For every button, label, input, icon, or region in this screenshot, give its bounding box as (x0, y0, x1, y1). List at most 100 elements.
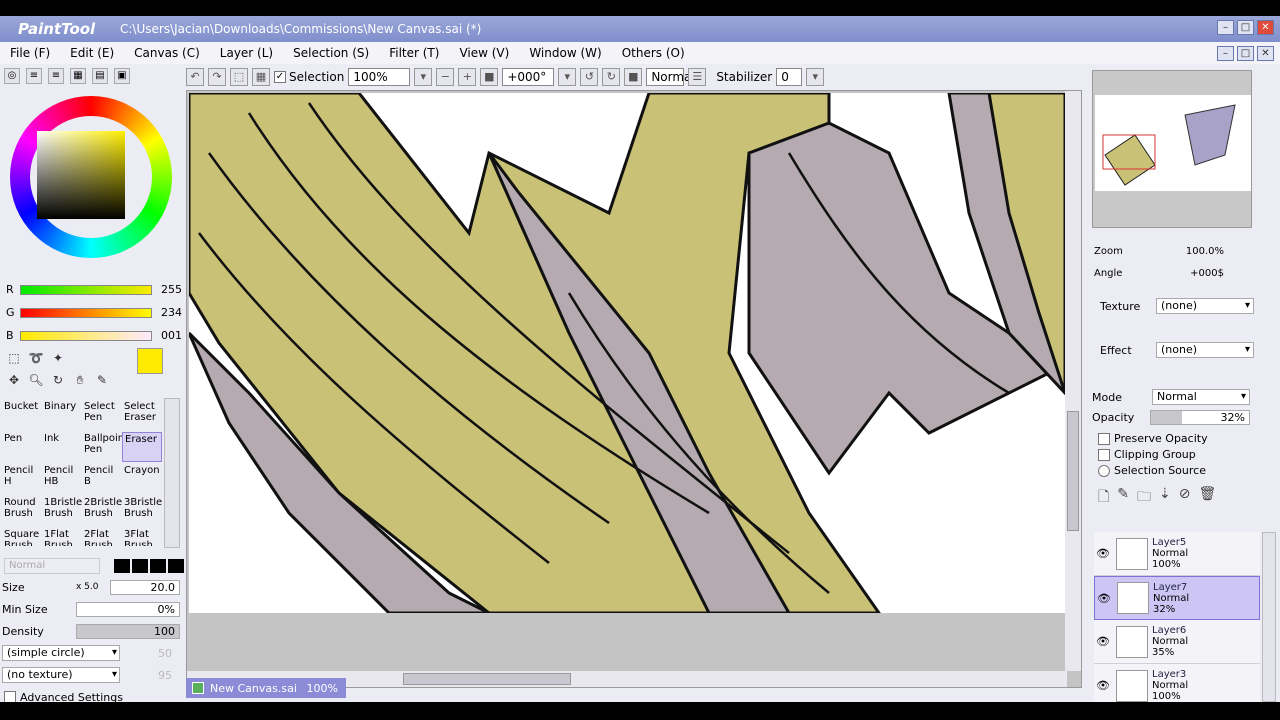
layers-scrollbar[interactable] (1262, 532, 1276, 702)
menu-view[interactable]: View (V) (459, 46, 509, 60)
menu-layer[interactable]: Layer (L) (220, 46, 273, 60)
clipping-group-checkbox[interactable] (1098, 448, 1110, 461)
layer-row[interactable]: 👁︎ Layer3 Normal 100% (1094, 664, 1260, 702)
blend-mode-button[interactable]: Normal (646, 68, 695, 86)
minimize-button[interactable]: – (1217, 20, 1234, 35)
menu-edit[interactable]: Edit (E) (70, 46, 114, 60)
advanced-settings-checkbox[interactable] (4, 691, 16, 702)
tool-ink[interactable]: Ink (42, 432, 82, 462)
selection-source-row[interactable]: Selection Source (1098, 464, 1206, 477)
clear-layer-icon[interactable]: ⊘ (1179, 486, 1191, 510)
size-value[interactable]: 20.0 (110, 579, 180, 595)
menu-canvas[interactable]: Canvas (C) (134, 46, 200, 60)
selection-toggle[interactable]: ✓ Selection (274, 70, 344, 84)
stabilizer-select[interactable]: 0 (776, 68, 803, 86)
zoom-select[interactable]: 100% (348, 68, 411, 86)
rotate-right-icon[interactable]: ↻ (602, 68, 621, 86)
tip-shape-4[interactable] (168, 559, 184, 573)
layer-texture-select[interactable]: (none) (1156, 298, 1254, 314)
selection-source-radio[interactable] (1098, 464, 1110, 477)
min-size-value[interactable]: 0% (76, 601, 180, 617)
deselect-icon[interactable]: ⬚ (230, 68, 248, 86)
maximize-button[interactable]: □ (1237, 20, 1254, 35)
layer-opacity-slider[interactable]: 32% (1150, 410, 1250, 425)
move-icon[interactable]: ✥ (6, 372, 22, 388)
hsv-slider-tab-icon[interactable]: ≡ (48, 68, 64, 84)
doc-restore-button[interactable]: □ (1237, 46, 1254, 61)
flip-icon[interactable]: ☰ (688, 68, 707, 86)
visibility-eye-icon[interactable]: 👁︎ (1095, 592, 1113, 605)
red-slider[interactable] (20, 284, 152, 295)
merge-layer-icon[interactable]: ⇣ (1159, 486, 1171, 510)
eyedropper-icon[interactable]: ✎ (94, 372, 110, 388)
zoom-in-icon[interactable]: + (458, 68, 477, 86)
zoom-icon[interactable]: 🔍︎ (28, 372, 44, 388)
menu-others[interactable]: Others (O) (622, 46, 685, 60)
preserve-opacity-checkbox[interactable] (1098, 432, 1110, 445)
layer-mode-select[interactable]: Normal (1152, 389, 1250, 405)
palette-tab-icon[interactable]: ▤ (92, 68, 108, 84)
brush-shape-select[interactable]: (simple circle) (2, 645, 120, 661)
zoom-reset-icon[interactable]: ■ (480, 68, 499, 86)
lasso-icon[interactable]: ➰ (28, 350, 44, 366)
menu-filter[interactable]: Filter (T) (389, 46, 439, 60)
tool-grid-scrollbar[interactable] (164, 398, 180, 548)
hand-icon[interactable]: ✋︎ (72, 372, 88, 388)
horizontal-scroll-thumb[interactable] (403, 673, 571, 685)
vertical-scroll-thumb[interactable] (1067, 411, 1079, 531)
layer-row[interactable]: 👁︎ Layer6 Normal 35% (1094, 620, 1260, 664)
doc-minimize-button[interactable]: – (1217, 46, 1234, 61)
size-multiplier[interactable]: x 5.0 (76, 582, 110, 592)
tool-square-brush[interactable]: Square Brush (2, 528, 42, 546)
scratchpad-tab-icon[interactable]: ▣ (114, 68, 130, 84)
canvas-vertical-scrollbar[interactable] (1065, 91, 1081, 671)
rotation-select[interactable]: +000° (502, 68, 555, 86)
delete-layer-icon[interactable]: 🗑︎ (1198, 486, 1216, 510)
tool-select-eraser[interactable]: Select Eraser (122, 400, 162, 430)
new-linework-layer-icon[interactable]: ✎ (1117, 486, 1129, 510)
zoom-dropdown-icon[interactable]: ▾ (414, 68, 433, 86)
marquee-icon[interactable]: ⬚ (6, 350, 22, 366)
tool-pencil-b[interactable]: Pencil B (82, 464, 122, 494)
tool-1flat-brush[interactable]: 1Flat Brush (42, 528, 82, 546)
layer-row[interactable]: 👁︎ Layer7 Normal 32% (1094, 576, 1260, 620)
magic-wand-icon[interactable]: ✦ (50, 350, 66, 366)
tip-shape-3[interactable] (150, 559, 166, 573)
tool-1bristle-brush[interactable]: 1Bristle Brush (42, 496, 82, 526)
tool-2flat-brush[interactable]: 2Flat Brush (82, 528, 122, 546)
preserve-opacity-row[interactable]: Preserve Opacity (1098, 432, 1208, 445)
visibility-eye-icon[interactable]: 👁︎ (1094, 547, 1112, 560)
stabilizer-dropdown-icon[interactable]: ▾ (806, 68, 825, 86)
new-layer-icon[interactable]: 🗋︎ (1098, 486, 1109, 510)
tool-3flat-brush[interactable]: 3Flat Brush (122, 528, 162, 546)
brush-texture-select[interactable]: (no texture) (2, 667, 120, 683)
brush-mode-select[interactable]: Normal (4, 558, 100, 574)
zoom-out-icon[interactable]: − (436, 68, 455, 86)
tool-bucket[interactable]: Bucket (2, 400, 42, 430)
layer-row[interactable]: 👁︎ Layer5 Normal 100% (1094, 532, 1260, 576)
tip-shape-1[interactable] (114, 559, 130, 573)
new-folder-icon[interactable]: 🗀︎ (1137, 486, 1151, 510)
tool-2bristle-brush[interactable]: 2Bristle Brush (82, 496, 122, 526)
blue-slider[interactable] (20, 330, 152, 341)
tool-ballpoint-pen[interactable]: Ballpoint Pen (82, 432, 128, 462)
tool-binary[interactable]: Binary (42, 400, 82, 430)
invert-selection-icon[interactable]: ▦ (252, 68, 270, 86)
tool-pen[interactable]: Pen (2, 432, 42, 462)
saturation-value-square[interactable] (37, 131, 125, 219)
tool-crayon[interactable]: Crayon (122, 464, 162, 494)
rotation-dropdown-icon[interactable]: ▾ (558, 68, 577, 86)
navigator-preview[interactable] (1092, 70, 1252, 228)
visibility-eye-icon[interactable]: 👁︎ (1094, 635, 1112, 648)
menu-file[interactable]: File (F) (10, 46, 50, 60)
tool-pencil-h[interactable]: Pencil H (2, 464, 42, 494)
visibility-eye-icon[interactable]: 👁︎ (1094, 679, 1112, 692)
layer-effect-select[interactable]: (none) (1156, 342, 1254, 358)
color-wheel-tab-icon[interactable]: ◎ (4, 68, 20, 84)
swatches-tab-icon[interactable]: ▦ (70, 68, 86, 84)
drawing-canvas[interactable] (189, 93, 1065, 613)
undo-icon[interactable]: ↶ (186, 68, 204, 86)
rgb-slider-tab-icon[interactable]: ≡ (26, 68, 42, 84)
doc-close-button[interactable]: ✕ (1257, 46, 1274, 61)
menu-window[interactable]: Window (W) (529, 46, 601, 60)
